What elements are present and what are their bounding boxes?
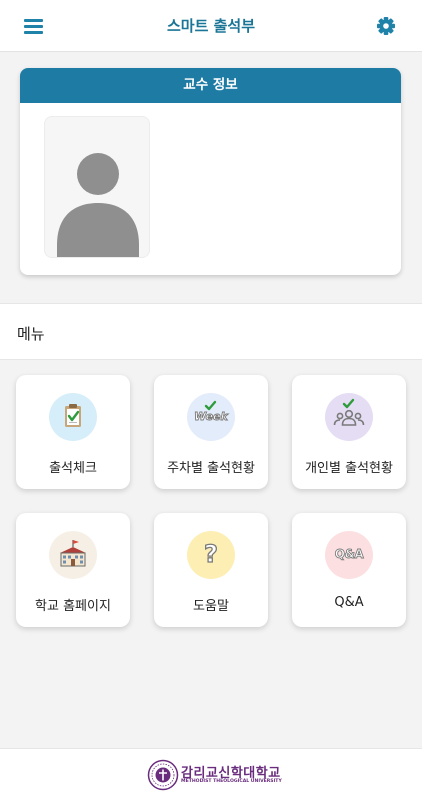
university-subtitle: METHODIST THEOLOGICAL UNIVERSITY bbox=[181, 779, 282, 784]
menu-tile-label: Q&A bbox=[334, 595, 364, 610]
menu-tile-weekly-attendance[interactable]: Week 주차별 출석현황 bbox=[154, 375, 268, 489]
menu-tile-label: 개인별 출석현황 bbox=[305, 461, 393, 476]
person-placeholder-icon bbox=[57, 153, 139, 257]
top-app-bar: 스마트 출석부 bbox=[0, 0, 422, 52]
menu-tile-label: 학교 홈페이지 bbox=[35, 599, 111, 614]
week-check-icon: Week bbox=[187, 393, 235, 441]
menu-tile-label: 주차별 출석현황 bbox=[167, 461, 255, 476]
menu-tile-school-homepage[interactable]: 학교 홈페이지 bbox=[16, 513, 130, 627]
menu-tile-help[interactable]: ? 도움말 bbox=[154, 513, 268, 627]
professor-info-card: 교수 정보 bbox=[20, 68, 401, 275]
menu-tile-individual-attendance[interactable]: 개인별 출석현황 bbox=[292, 375, 406, 489]
qna-icon-text: Q&A bbox=[334, 547, 364, 562]
help-question-icon: ? bbox=[187, 531, 235, 579]
university-logo[interactable]: 감리교신학대학교 METHODIST THEOLOGICAL UNIVERSIT… bbox=[147, 759, 282, 791]
menu-tile-attendance-check[interactable]: 출석체크 bbox=[16, 375, 130, 489]
menu-tile-qna[interactable]: Q&A Q&A bbox=[292, 513, 406, 627]
menu-tile-label: 도움말 bbox=[193, 599, 229, 614]
qna-icon: Q&A bbox=[325, 531, 373, 579]
app-title: 스마트 출석부 bbox=[166, 17, 256, 35]
professor-photo bbox=[44, 116, 150, 258]
university-seal-icon bbox=[147, 759, 179, 791]
menu-tile-label: 출석체크 bbox=[49, 461, 97, 476]
menu-section-header: 메뉴 bbox=[0, 303, 422, 360]
week-icon-text: Week bbox=[194, 410, 229, 424]
clipboard-check-icon bbox=[49, 393, 97, 441]
school-building-icon bbox=[49, 531, 97, 579]
gear-icon[interactable] bbox=[375, 15, 397, 37]
menu-title: 메뉴 bbox=[17, 325, 45, 343]
footer: 감리교신학대학교 METHODIST THEOLOGICAL UNIVERSIT… bbox=[0, 748, 422, 800]
professor-card-title: 교수 정보 bbox=[20, 68, 401, 103]
people-check-icon bbox=[325, 393, 373, 441]
